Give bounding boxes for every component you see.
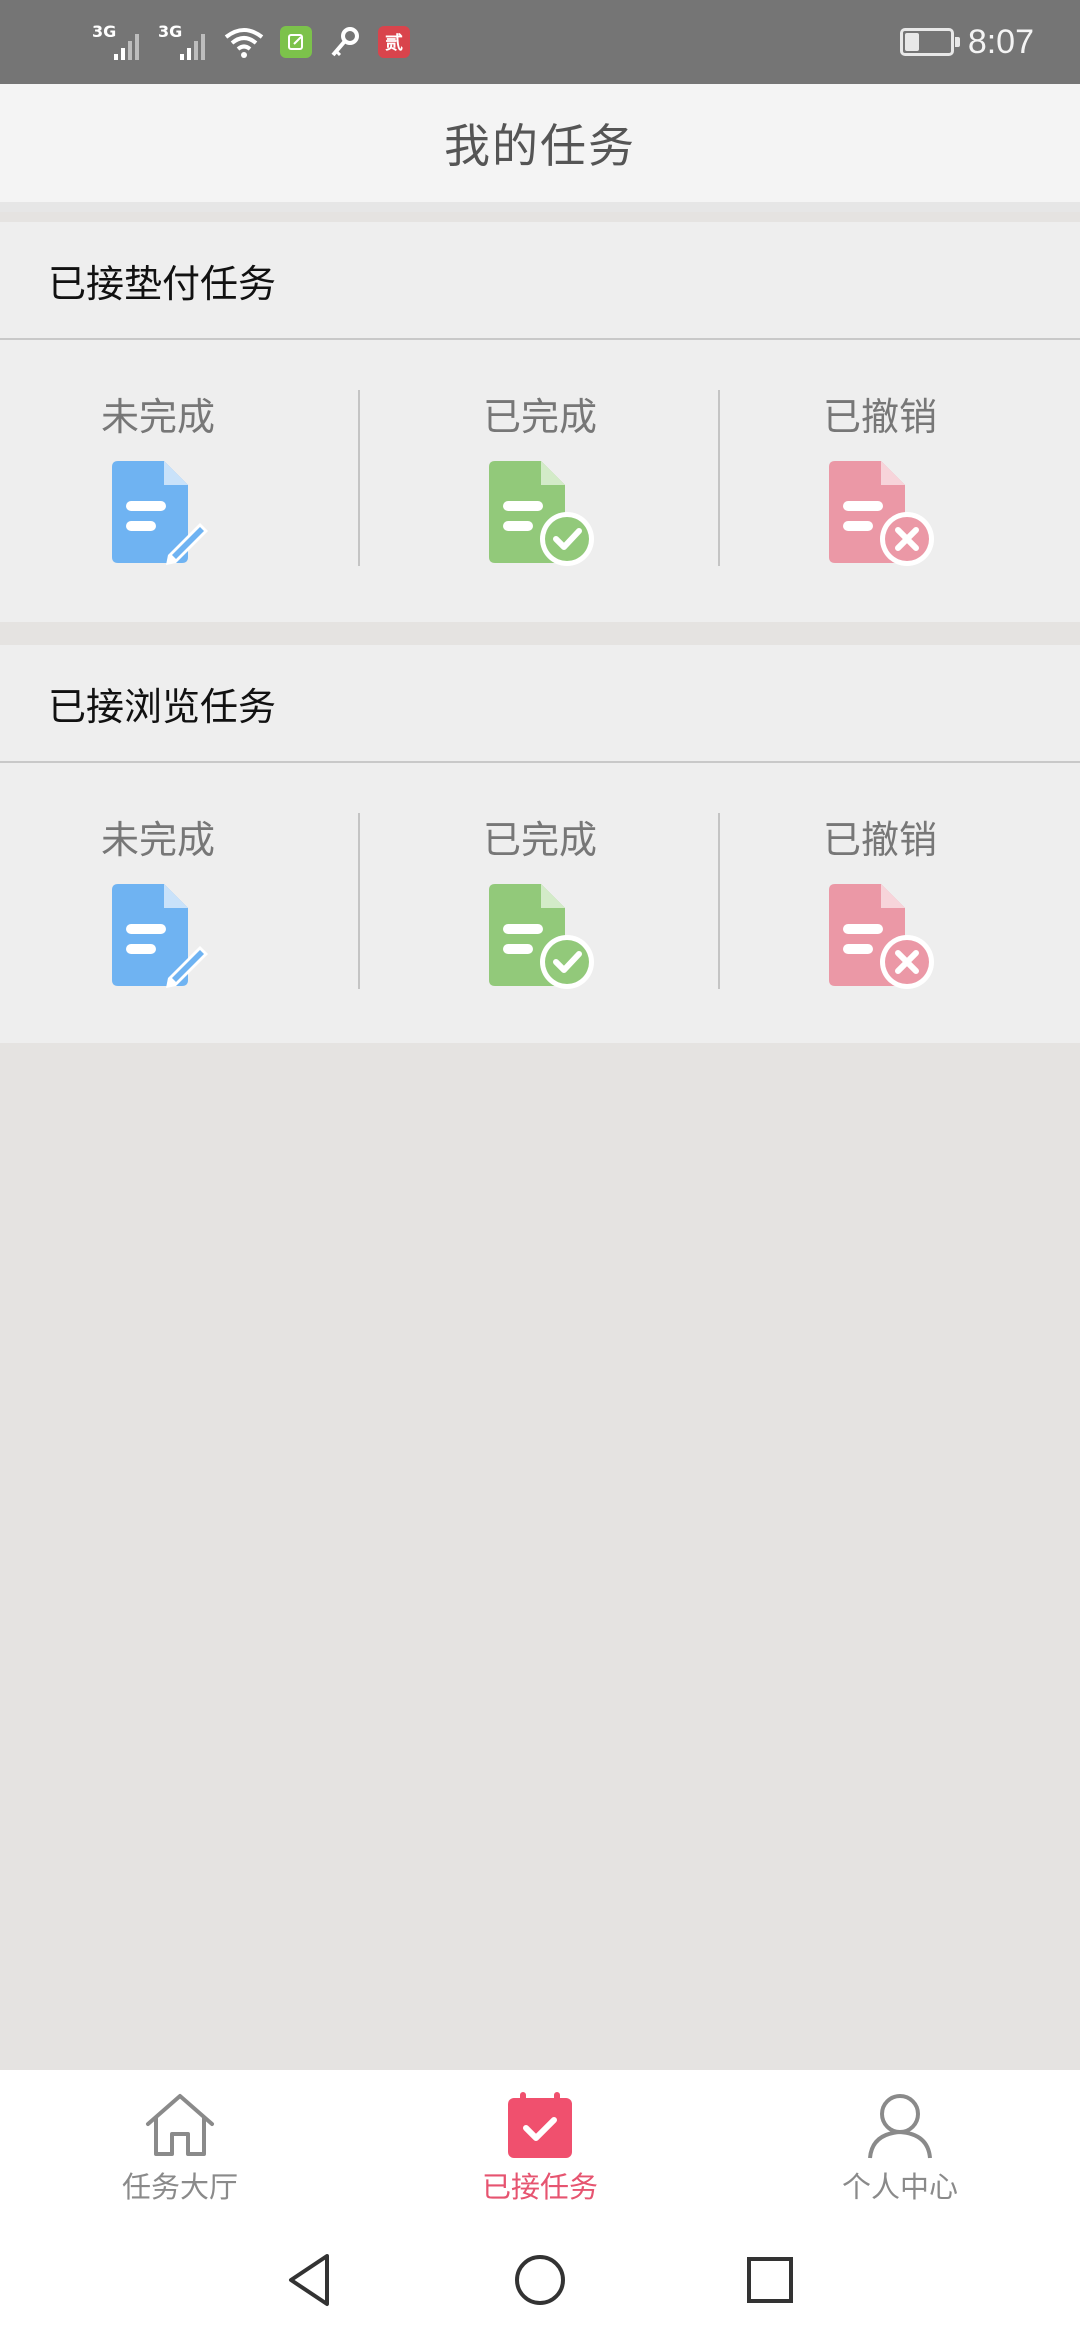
tab-task-hall[interactable]: 任务大厅 [60,2070,300,2220]
red-app-icon: 贰 [378,26,410,58]
tile-divider [718,390,720,566]
status-icons-left: 3G 3G 贰 [92,20,410,64]
recents-icon [747,2257,793,2303]
document-check-icon [489,461,594,566]
tab-label: 个人中心 [841,2170,958,2204]
home-circle-icon [515,2255,565,2305]
task-status-row: 未完成 已完成 已撤销 [0,340,1080,620]
tile-divider [358,390,360,566]
app-screen: 3G 3G 贰 8:07 我的任务 已接垫付任务 未完成 已完成 已撤销 已接浏… [0,0,1080,2340]
document-edit-icon [112,884,208,988]
document-cancel-icon [829,461,934,566]
section-advance-tasks: 已接垫付任务 未完成 已完成 已撤销 [0,222,1080,622]
battery-icon [899,28,960,56]
tile-completed[interactable]: 已完成 [420,340,660,620]
green-app-icon [280,26,312,58]
tile-label: 已完成 [482,395,597,439]
tile-incomplete[interactable]: 未完成 [38,763,278,1043]
home-icon [146,2094,214,2156]
section-browse-tasks: 已接浏览任务 未完成 已完成 已撤销 [0,645,1080,1043]
calendar-check-icon [508,2092,572,2158]
battery-level [904,33,920,51]
system-nav-bar [0,2220,1080,2340]
edit-note-icon [288,34,303,50]
task-status-row: 未完成 已完成 已撤销 [0,763,1080,1043]
status-time: 8:07 [967,22,1034,61]
tile-label: 已撤销 [822,395,937,439]
tile-incomplete[interactable]: 未完成 [38,340,278,620]
page-header: 我的任务 [0,84,1080,212]
red-app-icon-text: 贰 [385,33,403,54]
bottom-tab-bar: 任务大厅 已接任务 个人中心 [0,2070,1080,2220]
status-icons-right: 8:07 [899,20,1034,64]
section-title: 已接浏览任务 [0,645,1080,763]
tab-accepted-tasks[interactable]: 已接任务 [420,2070,660,2220]
page-title: 我的任务 [444,119,636,173]
tile-completed[interactable]: 已完成 [420,763,660,1043]
status-bar: 3G 3G 贰 8:07 [0,0,1080,84]
key-icon [331,27,359,57]
nav-home-button[interactable] [480,2220,600,2340]
tile-label: 已完成 [482,818,597,862]
tab-label: 已接任务 [481,2170,598,2204]
nav-back-button[interactable] [250,2220,370,2340]
signal-3g-1: 3G [92,22,142,62]
tab-personal-center[interactable]: 个人中心 [780,2070,1020,2220]
tile-divider [718,813,720,989]
tab-label: 任务大厅 [121,2170,238,2204]
document-edit-icon [112,461,208,565]
tile-cancelled[interactable]: 已撤销 [760,340,1000,620]
document-cancel-icon [829,884,934,989]
tile-cancelled[interactable]: 已撤销 [760,763,1000,1043]
back-icon [289,2254,329,2306]
wifi-icon [224,28,264,58]
document-check-icon [489,884,594,989]
signal-3g-2: 3G [158,22,208,62]
signal-bars-icon [180,34,205,60]
signal-bars-icon [114,34,139,60]
tile-divider [358,813,360,989]
tile-label: 未完成 [100,818,215,862]
user-icon [868,2094,932,2159]
nav-recents-button[interactable] [710,2220,830,2340]
tile-label: 已撤销 [822,818,937,862]
section-title: 已接垫付任务 [0,222,1080,340]
tile-label: 未完成 [100,395,215,439]
